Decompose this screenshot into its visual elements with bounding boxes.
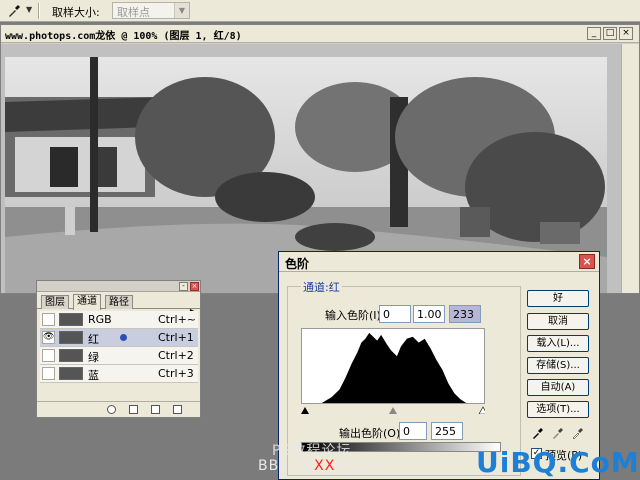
channel-row-blue[interactable]: 蓝 Ctrl+3	[40, 365, 198, 383]
palette-footer	[37, 401, 200, 417]
input-white-field[interactable]: 233	[449, 305, 481, 323]
input-slider[interactable]	[301, 404, 485, 414]
dialog-title: 色阶	[285, 257, 310, 271]
new-channel-icon[interactable]	[151, 405, 160, 414]
dialog-titlebar[interactable]: 色阶 ×	[279, 252, 599, 272]
divider	[38, 3, 40, 19]
output-black-field[interactable]: 0	[399, 422, 427, 440]
watermark-brand: UiBQ.CoM	[476, 446, 640, 479]
watermark-url-prefix: BBS.16	[258, 458, 315, 474]
load-selection-icon[interactable]	[107, 405, 116, 414]
input-gamma-field[interactable]: 1.00	[413, 305, 445, 323]
vertical-scrollbar[interactable]	[621, 44, 639, 293]
sample-size-select[interactable]: 取样点 ▼	[112, 2, 190, 19]
minimize-button[interactable]: _	[587, 27, 601, 40]
palette-minimize-button[interactable]: -	[179, 282, 188, 291]
channel-name: 红	[88, 333, 99, 346]
channel-select[interactable]: 通道:红	[301, 279, 342, 295]
output-white-field[interactable]: 255	[431, 422, 463, 440]
input-black-field[interactable]: 0	[379, 305, 411, 323]
channel-name: RGB	[88, 313, 112, 326]
channel-thumbnail	[59, 349, 83, 362]
trash-icon[interactable]	[173, 405, 182, 414]
watermark-url: BBS.16XX8.COM	[258, 458, 387, 474]
channel-thumbnail	[59, 331, 83, 344]
black-eyedropper-icon[interactable]	[531, 426, 545, 440]
channel-row-rgb[interactable]: RGB Ctrl+~	[40, 311, 198, 329]
ok-button[interactable]: 好	[527, 290, 589, 307]
watermark-url-suffix: 8.COM	[335, 458, 387, 474]
auto-button[interactable]: 自动(A)	[527, 379, 589, 396]
channel-shortcut: Ctrl+~	[158, 313, 197, 326]
visibility-toggle[interactable]	[42, 349, 55, 362]
channel-shortcut: Ctrl+2	[158, 349, 194, 362]
channel-shortcut: Ctrl+1	[158, 331, 194, 344]
options-bar: ▼ 取样大小: 取样点 ▼	[0, 0, 640, 22]
tool-preset-arrow-icon[interactable]: ▼	[26, 5, 32, 14]
options-button[interactable]: 选项(T)...	[527, 401, 589, 418]
palette-titlebar[interactable]: - ×	[37, 281, 200, 292]
channel-name: 蓝	[88, 369, 99, 382]
visibility-toggle[interactable]	[42, 313, 55, 326]
eye-icon[interactable]: 👁	[42, 331, 55, 344]
channels-palette: - × 图层 通道 路径 ▶ RGB Ctrl+~ 👁 红 Ctrl+1 绿 C…	[36, 280, 201, 418]
histogram	[301, 328, 485, 404]
output-levels-label: 输出色阶(O):	[339, 427, 404, 440]
channel-name: 绿	[88, 351, 99, 364]
cancel-button[interactable]: 取消	[527, 313, 589, 330]
channel-thumbnail	[59, 367, 83, 380]
close-icon[interactable]: ×	[579, 254, 595, 269]
save-selection-icon[interactable]	[129, 405, 138, 414]
tab-layers[interactable]: 图层	[41, 295, 69, 309]
gray-eyedropper-icon[interactable]	[551, 426, 565, 440]
close-button[interactable]: ×	[619, 27, 633, 40]
channel-shortcut: Ctrl+3	[158, 367, 194, 380]
watermark-url-red: XX	[314, 458, 336, 474]
white-eyedropper-icon[interactable]	[571, 426, 585, 440]
sample-size-label: 取样大小:	[52, 6, 100, 19]
black-point-handle	[301, 407, 309, 414]
channel-row-green[interactable]: 绿 Ctrl+2	[40, 347, 198, 365]
palette-close-button[interactable]: ×	[190, 282, 199, 291]
cursor-dot-icon	[120, 334, 127, 341]
channel-row-red[interactable]: 👁 红 Ctrl+1	[40, 329, 198, 347]
gamma-handle	[389, 407, 397, 414]
document-titlebar[interactable]: www.photops.com龙依 @ 100% (图层 1, 红/8) _ □…	[1, 25, 639, 43]
white-point-handle	[478, 406, 485, 414]
maximize-button[interactable]: □	[603, 27, 617, 40]
watermark-forum: PS教程论坛	[272, 443, 352, 459]
load-button[interactable]: 载入(L)...	[527, 335, 589, 352]
save-button[interactable]: 存储(S)...	[527, 357, 589, 374]
channel-thumbnail	[59, 313, 83, 326]
eyedropper-icon[interactable]	[6, 3, 22, 19]
palette-tabs: 图层 通道 路径 ▶	[37, 293, 200, 316]
visibility-toggle[interactable]	[42, 367, 55, 380]
channel-list: RGB Ctrl+~ 👁 红 Ctrl+1 绿 Ctrl+2 蓝 Ctrl+3	[40, 311, 198, 383]
document-title: www.photops.com龙依 @ 100% (图层 1, 红/8)	[5, 31, 242, 42]
chevron-down-icon: ▼	[174, 3, 189, 18]
tab-paths[interactable]: 路径	[105, 295, 133, 309]
input-levels-label: 输入色阶(I):	[325, 309, 385, 322]
tab-channels[interactable]: 通道	[73, 294, 101, 310]
